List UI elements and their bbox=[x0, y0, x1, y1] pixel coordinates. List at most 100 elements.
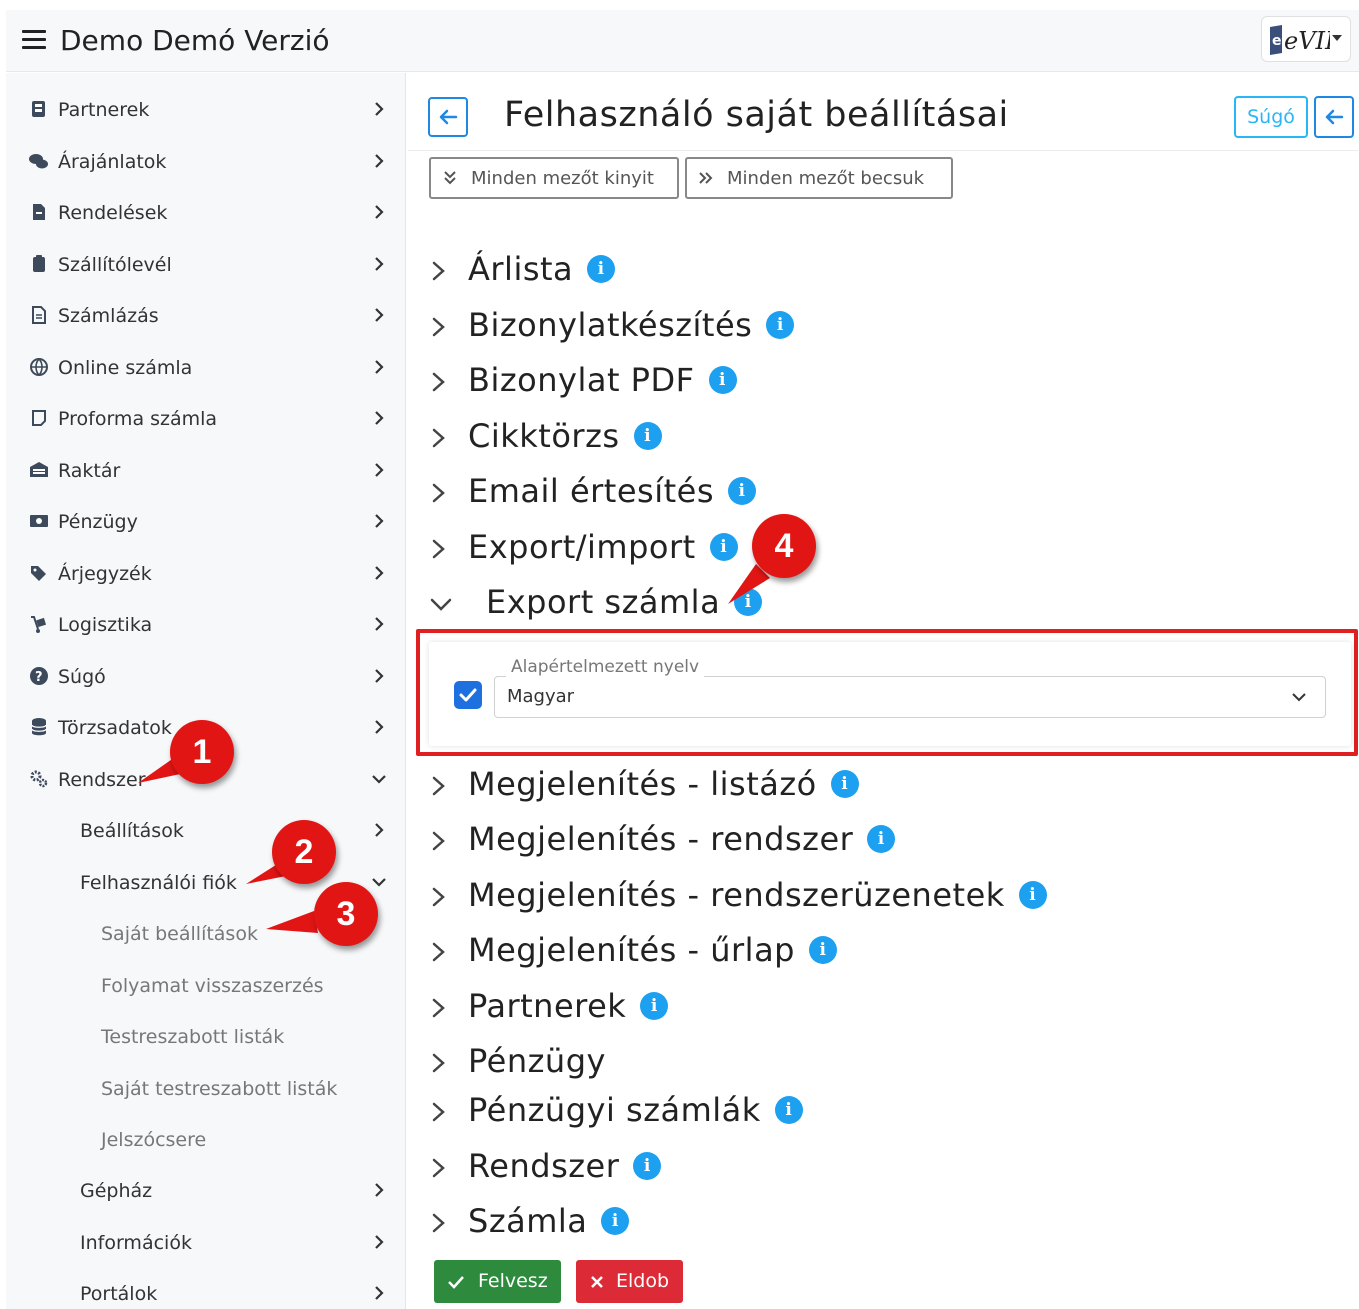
sidebar-subsubitem[interactable]: Folyamat visszaszerzés bbox=[6, 966, 405, 1006]
default-language-select[interactable]: Magyar bbox=[494, 676, 1326, 718]
settings-section[interactable]: Pénzügyi számlák i bbox=[428, 1088, 1328, 1136]
sidebar-item[interactable]: Számlázás bbox=[6, 296, 405, 336]
settings-section[interactable]: Bizonylat PDF i bbox=[428, 358, 1328, 406]
database-icon bbox=[31, 718, 47, 736]
sidebar-subsubitem[interactable]: Testreszabott listák bbox=[6, 1017, 405, 1057]
settings-section[interactable]: Számla i bbox=[428, 1199, 1328, 1247]
settings-section[interactable]: Partnerek i bbox=[428, 984, 1328, 1032]
sidebar-subsubitem-label: Saját testreszabott listák bbox=[101, 1077, 338, 1100]
info-icon[interactable]: i bbox=[774, 1096, 803, 1124]
expand-all-button[interactable]: Minden mezőt kinyit bbox=[429, 157, 679, 199]
menu-icon[interactable] bbox=[22, 30, 46, 50]
section-export-szamla[interactable]: Export számla i bbox=[428, 580, 1328, 628]
sidebar-item[interactable]: Proforma számla bbox=[6, 399, 405, 439]
info-icon[interactable]: i bbox=[808, 936, 837, 964]
select-value: Magyar bbox=[507, 686, 575, 707]
section-title: Megjelenítés - rendszerüzenetek i bbox=[468, 876, 1047, 914]
app-title: Demo Demó Verzió bbox=[60, 24, 330, 57]
sidebar-item[interactable]: Online számla bbox=[6, 348, 405, 388]
chevron-right-icon bbox=[432, 483, 445, 503]
section-title: Rendszer i bbox=[468, 1147, 662, 1185]
info-icon[interactable]: i bbox=[587, 255, 616, 283]
info-icon[interactable]: i bbox=[708, 366, 737, 394]
settings-section[interactable]: Megjelenítés - űrlap i bbox=[428, 928, 1328, 976]
discard-button[interactable]: Eldob bbox=[576, 1260, 683, 1303]
chevron-right-icon bbox=[375, 514, 384, 528]
section-title: Cikktörzs i bbox=[468, 417, 662, 455]
warehouse-icon bbox=[30, 461, 48, 477]
settings-section[interactable]: Megjelenítés - rendszer i bbox=[428, 817, 1328, 865]
sidebar-subitem[interactable]: Információk bbox=[6, 1223, 405, 1263]
callout-3: 3 bbox=[314, 882, 378, 946]
info-icon[interactable]: i bbox=[766, 310, 795, 339]
user-menu-button[interactable]: e eVIR bbox=[1261, 16, 1351, 62]
section-title: Megjelenítés - listázó i bbox=[468, 765, 859, 803]
settings-section[interactable]: Rendszer i bbox=[428, 1144, 1328, 1192]
sidebar-item[interactable]: Rendelések bbox=[6, 193, 405, 233]
settings-section[interactable]: Cikktörzs i bbox=[428, 414, 1328, 462]
callout-2: 2 bbox=[272, 820, 336, 884]
back-button-right[interactable] bbox=[1314, 96, 1354, 138]
collapse-all-button[interactable]: Minden mezőt becsuk bbox=[685, 157, 953, 199]
default-language-checkbox[interactable] bbox=[454, 681, 482, 709]
chevron-right-icon bbox=[375, 617, 384, 631]
sidebar-item[interactable]: Árajánlatok bbox=[6, 142, 405, 182]
settings-section[interactable]: Árlista i bbox=[428, 247, 1328, 295]
callout-4: 4 bbox=[752, 514, 816, 578]
sidebar-subsubitem[interactable]: Jelszócsere bbox=[6, 1120, 405, 1160]
svg-text:?: ? bbox=[35, 670, 43, 685]
address-book-icon bbox=[32, 101, 45, 117]
info-icon[interactable]: i bbox=[728, 477, 756, 505]
settings-section[interactable]: Megjelenítés - listázó i bbox=[428, 762, 1328, 810]
help-button[interactable]: Súgó bbox=[1234, 96, 1308, 138]
svg-text:e: e bbox=[1272, 33, 1282, 49]
dolly-icon bbox=[31, 616, 47, 633]
sidebar-item-label: Partnerek bbox=[58, 99, 150, 121]
money-icon bbox=[30, 515, 48, 527]
info-icon[interactable]: i bbox=[640, 992, 669, 1020]
page-header: Felhasználó saját beállításai Súgó bbox=[408, 73, 1358, 151]
globe-icon bbox=[30, 357, 48, 376]
settings-section[interactable]: Export/import i bbox=[428, 525, 1328, 573]
sidebar-subitem[interactable]: Portálok bbox=[6, 1274, 405, 1309]
settings-section[interactable]: Bizonylatkészítés i bbox=[428, 303, 1328, 351]
back-button[interactable] bbox=[428, 97, 468, 137]
chevron-down-icon bbox=[1292, 693, 1306, 702]
info-icon[interactable]: i bbox=[633, 421, 662, 450]
settings-section[interactable]: Email értesítés i bbox=[428, 469, 1328, 517]
chevron-right-icon bbox=[375, 565, 384, 580]
sidebar-subitem[interactable]: Gépház bbox=[6, 1171, 405, 1211]
chevron-right-icon bbox=[432, 1158, 445, 1178]
info-icon[interactable]: i bbox=[601, 1207, 630, 1235]
chevron-down-icon bbox=[372, 877, 386, 887]
chevron-right-icon bbox=[432, 1053, 445, 1073]
info-icon[interactable]: i bbox=[867, 825, 896, 853]
file-icon bbox=[33, 204, 45, 220]
sidebar-item[interactable]: Árjegyzék bbox=[6, 554, 405, 594]
sidebar-item[interactable]: Logisztika bbox=[6, 605, 405, 645]
info-icon[interactable]: i bbox=[709, 532, 738, 561]
collapse-all-label: Minden mezőt becsuk bbox=[727, 168, 925, 189]
chevron-right-icon bbox=[375, 256, 384, 271]
settings-section[interactable]: Megjelenítés - rendszerüzenetek i bbox=[428, 873, 1328, 921]
sidebar-item[interactable]: Partnerek bbox=[6, 90, 405, 130]
sidebar-item-label: Online számla bbox=[58, 356, 193, 379]
sidebar-item[interactable]: Pénzügy bbox=[6, 502, 405, 542]
info-icon[interactable]: i bbox=[633, 1152, 662, 1180]
sidebar-item-label: Rendelések bbox=[58, 202, 168, 224]
sidebar-subsubitem[interactable]: Saját testreszabott listák bbox=[6, 1069, 405, 1109]
chevron-right-icon bbox=[375, 411, 384, 425]
section-title: Megjelenítés - rendszer i bbox=[468, 820, 896, 858]
save-button[interactable]: Felvesz bbox=[434, 1260, 561, 1303]
sidebar-item[interactable]: Raktár bbox=[6, 451, 405, 491]
chevron-right-icon bbox=[375, 1286, 384, 1300]
double-chevron-down-icon bbox=[444, 171, 456, 185]
sidebar-item[interactable]: Szállítólevél bbox=[6, 245, 405, 285]
info-icon[interactable]: i bbox=[1018, 881, 1047, 909]
info-icon[interactable]: i bbox=[830, 770, 859, 798]
sidebar-item[interactable]: ? Súgó bbox=[6, 657, 405, 697]
chevron-right-icon bbox=[375, 462, 384, 477]
chevron-right-icon bbox=[432, 1102, 445, 1122]
settings-section[interactable]: Pénzügy bbox=[428, 1039, 1328, 1087]
sidebar-subitem[interactable]: Beállítások bbox=[6, 811, 405, 851]
